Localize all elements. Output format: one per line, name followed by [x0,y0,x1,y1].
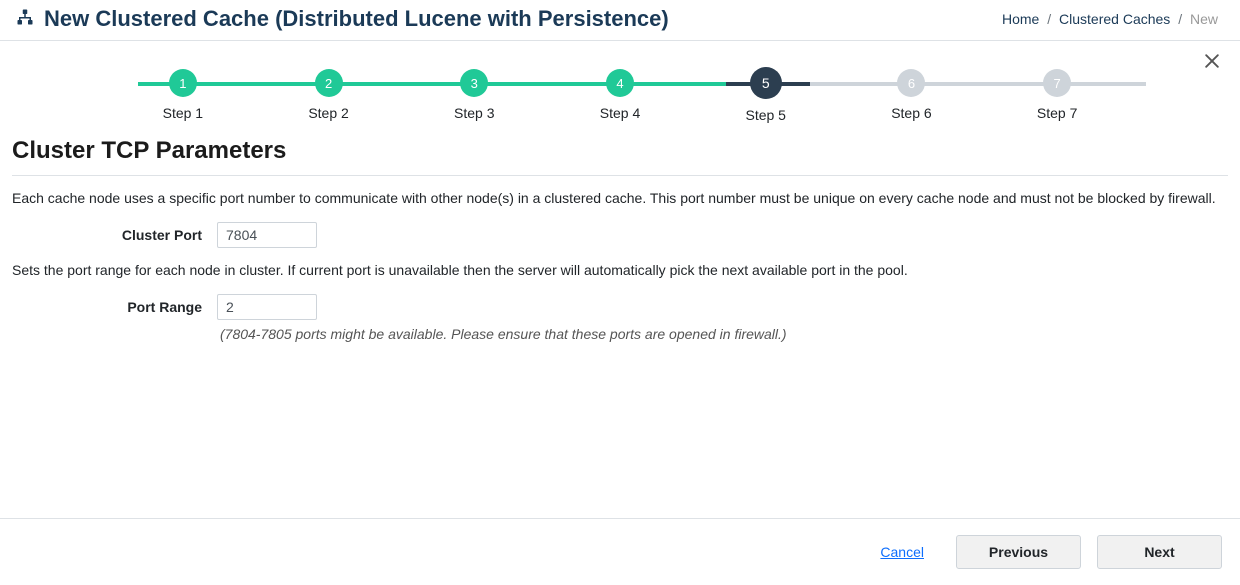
step-label: Step 7 [1037,105,1077,121]
next-button[interactable]: Next [1097,535,1222,569]
port-range-input[interactable] [217,294,317,320]
step-label: Step 3 [454,105,494,121]
step-5[interactable]: 5 Step 5 [693,69,839,123]
port-range-hint: (7804-7805 ports might be available. Ple… [0,326,1240,342]
divider [12,175,1228,176]
breadcrumb-separator: / [1174,11,1186,27]
step-circle: 2 [315,69,343,97]
step-label: Step 2 [308,105,348,121]
step-circle: 3 [460,69,488,97]
cluster-port-label: Cluster Port [12,227,217,243]
header-left: New Clustered Cache (Distributed Lucene … [16,6,669,32]
wizard-footer: Cancel Previous Next [0,518,1240,585]
step-4[interactable]: 4 Step 4 [547,69,693,121]
breadcrumb-separator: / [1043,11,1055,27]
breadcrumb: Home / Clustered Caches / New [1002,11,1218,27]
stepper: 1 Step 1 2 Step 2 3 Step 3 4 Step 4 5 St… [0,41,1240,123]
step-circle: 5 [750,67,782,99]
page-header: New Clustered Cache (Distributed Lucene … [0,0,1240,41]
breadcrumb-parent[interactable]: Clustered Caches [1059,11,1170,27]
breadcrumb-current: New [1190,11,1218,27]
step-circle: 7 [1043,69,1071,97]
step-circle: 6 [897,69,925,97]
cluster-port-description: Each cache node uses a specific port num… [0,190,1240,222]
step-label: Step 1 [163,105,203,121]
step-3[interactable]: 3 Step 3 [401,69,547,121]
step-circle: 1 [169,69,197,97]
step-label: Step 5 [745,107,785,123]
section-title: Cluster TCP Parameters [0,123,1240,175]
step-7[interactable]: 7 Step 7 [984,69,1130,121]
step-label: Step 4 [600,105,640,121]
port-range-label: Port Range [12,299,217,315]
previous-button[interactable]: Previous [956,535,1081,569]
cluster-port-input[interactable] [217,222,317,248]
sitemap-icon [16,8,34,31]
page-title: New Clustered Cache (Distributed Lucene … [44,6,669,32]
step-2[interactable]: 2 Step 2 [256,69,402,121]
port-range-description: Sets the port range for each node in clu… [0,262,1240,294]
step-6[interactable]: 6 Step 6 [839,69,985,121]
breadcrumb-home[interactable]: Home [1002,11,1039,27]
cluster-port-row: Cluster Port [0,222,1240,262]
content: 1 Step 1 2 Step 2 3 Step 3 4 Step 4 5 St… [0,41,1240,342]
step-label: Step 6 [891,105,931,121]
port-range-row: Port Range [0,294,1240,326]
cancel-link[interactable]: Cancel [880,544,924,560]
step-1[interactable]: 1 Step 1 [110,69,256,121]
step-circle: 4 [606,69,634,97]
